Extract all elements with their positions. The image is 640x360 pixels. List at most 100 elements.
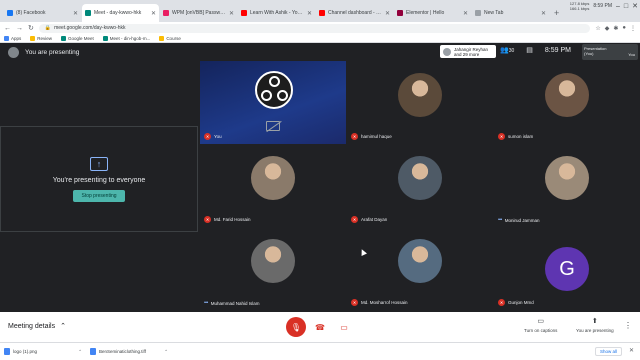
browser-tab[interactable]: Learn With Ashik - YouTube✕ [238, 4, 315, 22]
presenting-status-label: You are presenting [576, 328, 614, 333]
presenting-status-button[interactable]: ⬆ You are presenting [576, 317, 614, 333]
participant-tile[interactable]: ••• Monirud Jamman [494, 144, 640, 227]
participant-name: You [214, 134, 222, 139]
browser-tab[interactable]: Channel dashboard - YouTube S...✕ [316, 4, 393, 22]
bookmark-icon [30, 35, 36, 41]
show-all-button[interactable]: Show all [594, 347, 622, 356]
obs-logo-icon [255, 71, 293, 109]
mic-off-icon: ✕ [498, 133, 505, 140]
tab-label: WPM [onVBB] Password Modifi... [172, 10, 227, 16]
bookmark-item[interactable]: Course [159, 35, 181, 41]
participant-tile[interactable]: ✕ sumon islam [494, 61, 640, 144]
file-icon [90, 348, 96, 355]
present-screen-icon: ↑ [90, 156, 108, 171]
camera-toggle-button[interactable]: ▭ [334, 317, 354, 337]
present-icon: ⬆ [591, 318, 598, 325]
close-tab-icon[interactable]: ✕ [73, 10, 78, 17]
tab-favicon-icon [163, 10, 169, 16]
address-bar-row: ← → ↻ 🔒 meet.google.com/day-kwwo-hkk ☆ ◆… [0, 22, 640, 34]
people-chip-text: Jahangir Reyhan and 29 more [454, 46, 489, 57]
participant-name-row: ✕ Arafat Dayan [351, 216, 387, 223]
close-tab-icon[interactable]: ✕ [307, 10, 312, 17]
leave-call-button[interactable]: ☎ [310, 317, 330, 337]
reload-icon[interactable]: ↻ [28, 24, 34, 32]
bookmark-label: Apps [11, 35, 22, 41]
meet-window: You are presenting Jahangir Reyhan and 2… [0, 43, 640, 312]
url-field[interactable]: 🔒 meet.google.com/day-kwwo-hkk [38, 23, 591, 33]
tab-favicon-icon [397, 10, 403, 16]
participant-tile[interactable]: ✕ hamimul haque [347, 61, 493, 144]
close-downloads-icon[interactable]: ✕ [629, 347, 634, 354]
participant-tile[interactable]: ✕ You [200, 61, 346, 144]
extensions-bar: ☆ ◆ ✱ ● ⋮ [595, 25, 636, 32]
avatar [545, 156, 589, 200]
presenting-label: You are presenting [25, 48, 80, 56]
forward-icon[interactable]: → [16, 25, 23, 32]
chevron-up-icon[interactable]: ⌃ [78, 349, 82, 355]
participant-name: Monirud Jamman [504, 217, 540, 223]
menu-icon[interactable]: ⋮ [630, 25, 636, 32]
extension-icon[interactable]: ◆ [605, 25, 610, 32]
presentation-preview[interactable]: Presentation (You) You [582, 44, 638, 60]
participant-tile[interactable]: ✕ Md. Mosharrof Hossain [347, 227, 493, 310]
people-chip[interactable]: Jahangir Reyhan and 29 more [440, 45, 496, 58]
close-tab-icon[interactable]: ✕ [541, 10, 546, 17]
browser-tab[interactable]: Meet - day-kwwo-hkk ✕ [82, 4, 159, 22]
close-tab-icon[interactable]: ✕ [229, 10, 234, 17]
download-item[interactable]: logo (1).png ⌃ [4, 348, 82, 355]
presenting-text: You're presenting to everyone [52, 176, 146, 184]
meeting-details-button[interactable]: Meeting details ⌃ [8, 322, 66, 331]
meet-clock: 8:59 PM [544, 46, 571, 54]
mic-toggle-button[interactable]: 🎙 [286, 317, 306, 337]
bookmark-item[interactable]: Meet - din-hgob-m... [102, 35, 150, 41]
people-icon[interactable]: 👥30 [500, 46, 514, 54]
profile-icon[interactable]: ● [622, 25, 626, 32]
browser-tab[interactable]: WPM [onVBB] Password Modifi...✕ [160, 4, 237, 22]
tab-favicon-icon [85, 10, 91, 16]
new-tab-button[interactable]: + [550, 4, 563, 22]
maximize-icon[interactable]: □ [624, 3, 628, 10]
chat-icon[interactable]: ▤ [526, 46, 533, 54]
stop-presenting-button[interactable]: Stop presenting [73, 189, 125, 202]
download-filename: BenSeminaticlothing.tiff [99, 349, 146, 354]
avatar [398, 239, 442, 283]
participant-tile[interactable]: ✕ Arafat Dayan [347, 144, 493, 227]
browser-tab[interactable]: New Tab ✕ [472, 4, 549, 22]
file-icon [4, 348, 10, 355]
bookmark-item[interactable]: Review [30, 35, 52, 41]
participant-tile[interactable]: ✕ Md. Farid Hossain [200, 144, 346, 227]
camera-off-icon: ▭ [340, 322, 348, 332]
participant-name-row: ✕ Md. Farid Hossain [204, 216, 251, 223]
star-icon[interactable]: ☆ [595, 25, 600, 32]
participant-name-row: ✕ Md. Mosharrof Hossain [351, 299, 408, 306]
bookmark-item[interactable]: Google Meet [61, 35, 94, 41]
back-icon[interactable]: ← [4, 25, 11, 32]
mic-off-icon: ✕ [351, 133, 358, 140]
chevron-up-icon[interactable]: ⌃ [164, 349, 168, 355]
close-tab-icon[interactable]: ✕ [463, 10, 468, 17]
close-tab-icon[interactable]: ✕ [151, 10, 156, 17]
mic-off-icon: ✕ [351, 299, 358, 306]
lock-icon: 🔒 [44, 25, 52, 31]
close-tab-icon[interactable]: ✕ [385, 10, 390, 17]
participant-tile[interactable]: ••• Muhammad Nahid Islam [200, 227, 346, 310]
participant-tile[interactable]: G ✕ Gunjon Mmd [494, 227, 640, 310]
puzzle-icon[interactable]: ✱ [613, 25, 618, 32]
bookmark-label: Course [166, 35, 181, 41]
download-item[interactable]: BenSeminaticlothing.tiff ⌃ [90, 348, 168, 355]
bookmark-label: Google Meet [68, 35, 94, 41]
participant-name-row: ✕ You [204, 133, 222, 140]
close-window-icon[interactable]: ✕ [632, 2, 638, 10]
more-options-icon[interactable]: ⋮ [624, 321, 632, 330]
participant-name: Arafat Dayan [361, 217, 388, 222]
participant-name: Muhammad Nahid Islam [210, 300, 260, 306]
browser-tab[interactable]: (8) Facebook ✕ [4, 4, 81, 22]
captions-button[interactable]: ▭ Turn on captions [524, 317, 557, 333]
system-tray: 127.8 kbps 166.1 kbps 8:59 PM – □ ✕ [570, 1, 638, 11]
minimize-icon[interactable]: – [616, 3, 620, 10]
participant-name-row: ✕ sumon islam [498, 133, 533, 140]
bookmark-item[interactable]: Apps [4, 35, 22, 41]
mic-off-icon: ✕ [204, 133, 211, 140]
participant-grid: ✕ You ✕ hamimul haque ✕ sumon islam ✕ Md. Farid… [200, 61, 640, 312]
browser-tab[interactable]: Elementor | Hello ✕ [394, 4, 471, 22]
